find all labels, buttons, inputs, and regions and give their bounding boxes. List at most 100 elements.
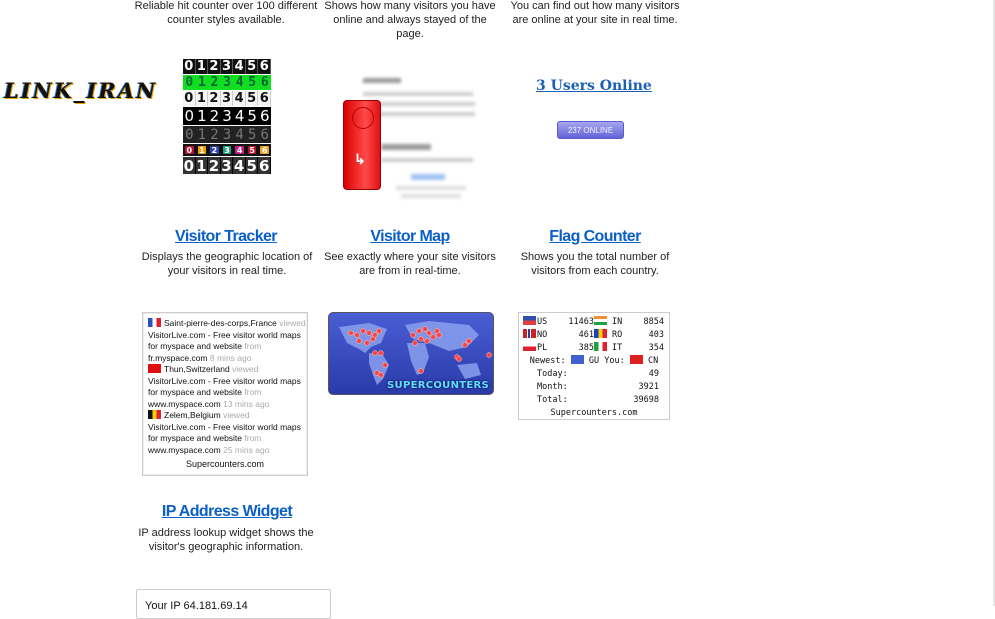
visitor-map-widget[interactable]: SUPERCOUNTERS [328,312,494,395]
flag-france-icon [148,318,161,327]
counter-digit: 2 [210,145,219,155]
visitor-dot [372,350,378,356]
newest-label: Newest: [529,356,566,366]
tracker-viewed: viewed [232,364,259,374]
tracker-from: from [244,387,262,397]
counter-digit: 2 [208,107,221,125]
counter-digit: 0 [183,59,196,74]
total-label: Total: [537,395,568,405]
counter-digit: 1 [195,75,209,90]
flag-no-icon [523,329,536,338]
counter-digit: 6 [258,156,272,175]
hit-counter-styles-image[interactable]: 0123456 0123456 0123456 0123456 0123456 … [183,59,272,175]
ip-address-widget-link[interactable]: IP Address Widget [140,503,314,521]
link-iran-logo[interactable]: LINK_IRAN [4,78,157,103]
counter-digit: 6 [258,91,272,106]
visitor-dot [486,352,492,358]
counter-digit: 3 [222,145,232,155]
ip-widget-preview[interactable]: Your IP 64.181.69.14 [136,589,331,619]
visitor-dot [412,340,418,346]
country-count: 354 [648,343,664,353]
ip-address-widget-description: IP address lookup widget shows the visit… [138,527,314,553]
counter-style-1: 0123456 [183,59,272,74]
counter-digit: 0 [183,75,196,90]
tracker-time: 13 mins ago [223,398,270,409]
tracker-entry: Saint-pierre-des-corps,France viewed Vis… [148,318,307,364]
counter-digit: 3 [220,91,234,106]
visitor-tracker-link[interactable]: Visitor Tracker [140,228,312,246]
tracker-referrer: www.myspace.com [148,398,224,409]
visitor-map-link[interactable]: Visitor Map [325,228,495,246]
country-count: 403 [648,330,664,340]
tracker-from: from [244,341,262,351]
visitor-dot [426,330,432,336]
counter-digit: 2 [208,75,221,90]
total-value: 39698 [633,395,659,405]
online-badge[interactable]: 237 ONLINE [557,121,624,139]
visitor-tracker-widget[interactable]: Saint-pierre-des-corps,France viewed Vis… [142,312,308,476]
tracker-location: Saint-pierre-des-corps,France [164,318,280,328]
tracker-site: VisitorLive.com - Free visitor world map… [148,375,301,398]
counter-digit: 4 [233,75,246,90]
australia-shape [457,363,481,379]
floating-counter-description: Shows how many visitors you have online … [324,0,496,40]
flag-counter-link[interactable]: Flag Counter [510,228,680,246]
visitor-dot [430,334,436,340]
flag-cn-icon [629,355,643,364]
counter-digit: 4 [235,145,244,155]
visitor-dot [410,332,416,338]
tracker-site: VisitorLive.com - Free visitor world map… [148,421,301,444]
flag-belgium-icon [148,410,161,419]
country-code: US [537,317,548,327]
counter-digit: 5 [245,126,259,143]
visitor-dot [348,330,354,336]
tracker-referrer: www.myspace.com [148,444,224,455]
tracker-referrer: fr.myspace.com [148,352,210,363]
counter-digit: 6 [258,75,272,90]
tracker-entry: Zelem,Belgium viewed VisitorLive.com - F… [148,410,307,456]
counter-digit: 4 [233,91,246,106]
country-code: RO [612,330,623,340]
counter-digit: 1 [195,59,209,74]
south-america-shape [369,353,389,385]
counter-digit: 5 [245,59,259,74]
supercounters-brand: SUPERCOUNTERS [387,380,489,391]
country-count: 461 [578,330,594,340]
flag-it-icon [594,342,607,351]
africa-shape [407,343,429,375]
visitor-dot [366,330,372,336]
counter-digit: 6 [260,145,270,155]
flag-counter-widget[interactable]: US 11463 IN 8854 NO 461 RO 403 PL 385 IT 354 Newest… [518,312,670,420]
flag-counter-description: Shows you the total number of visitors f… [520,251,670,277]
visitor-dot [422,326,428,332]
users-online-link[interactable]: 3 Users Online [536,78,652,94]
today-label: Today: [537,369,568,379]
country-count: 11463 [568,317,594,327]
counter-digit: 5 [245,156,259,175]
north-america-shape [339,323,387,353]
month-label: Month: [537,382,568,392]
counter-digit: 0 [183,156,196,175]
counter-digit: 1 [195,107,209,125]
counter-digit: 3 [220,156,234,175]
tracker-entry: Thun,Switzerland viewed VisitorLive.com … [148,364,307,410]
visitor-dot [466,338,472,344]
counter-digit: 6 [258,107,272,125]
tracker-footer: Supercounters.com [185,458,265,469]
tracker-location: Thun,Switzerland [164,364,233,374]
counter-digit: 4 [233,126,246,143]
visitor-dot [378,350,384,356]
counter-style-6: 0123456 [183,144,271,156]
visitor-dot [356,338,362,344]
counter-style-2: 0123456 [183,75,272,90]
users-online-description: You can find out how many visitors are o… [510,0,680,26]
counter-digit: 3 [220,126,234,143]
counter-digit: 4 [233,156,246,175]
ip-text: Your IP 64.181.69.14 [145,600,248,612]
arrow-icon: ↳ [354,151,366,167]
country-code: IT [612,343,623,353]
counter-digit: 3 [220,107,234,125]
counter-style-3: 0123456 [183,91,272,106]
flag-in-icon [594,316,607,325]
visitor-map-description: See exactly where your site visitors are… [324,251,496,277]
